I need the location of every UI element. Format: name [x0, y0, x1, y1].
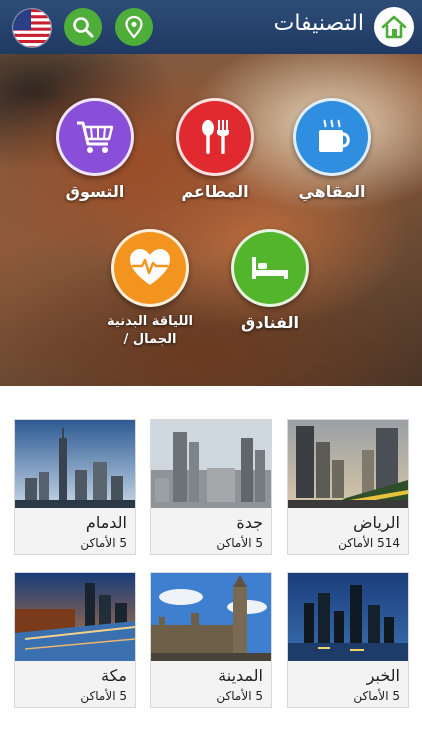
city-photo: [15, 420, 135, 508]
places-count: 5 الأماكن: [353, 689, 400, 703]
location-pin-icon: [125, 15, 143, 39]
city-photo: [151, 573, 271, 661]
city-name: مكة: [101, 666, 127, 685]
category-label-line1: اللياقة البدنية: [107, 314, 193, 329]
search-button[interactable]: [64, 8, 102, 46]
categories-hero: المقاهي المطاعم التسوق الفنادق اللياقة ا…: [0, 54, 422, 386]
location-button[interactable]: [115, 8, 153, 46]
places-count: 5 الأماكن: [216, 536, 263, 550]
city-name: الدمام: [85, 513, 127, 532]
category-label-line2: الجمال /: [123, 332, 177, 347]
city-card-madinah[interactable]: المدينة 5 الأماكن: [150, 572, 272, 708]
city-photo: [15, 573, 135, 661]
category-label: المطاعم: [181, 182, 249, 201]
top-bar: التصنيفات: [0, 0, 422, 54]
page-title: التصنيفات: [273, 11, 364, 36]
city-card-khobar[interactable]: الخبر 5 الأماكن: [287, 572, 409, 708]
home-icon: [381, 15, 407, 39]
city-name: الرياض: [353, 513, 400, 532]
city-card-dammam[interactable]: الدمام 5 الأماكن: [14, 419, 136, 555]
category-hotels[interactable]: الفنادق: [210, 229, 330, 333]
city-name: الخبر: [366, 666, 400, 685]
places-count: 5 الأماكن: [80, 689, 127, 703]
city-photo: [288, 420, 408, 508]
coffee-cup-icon: [319, 119, 350, 152]
places-count: 514 الأماكن: [338, 536, 400, 550]
city-name: المدينة: [218, 666, 263, 685]
heart-pulse-icon: [130, 249, 170, 285]
category-icon-circle: [56, 98, 134, 176]
city-card-makkah[interactable]: مكة 5 الأماكن: [14, 572, 136, 708]
category-shopping[interactable]: التسوق: [35, 98, 155, 202]
language-flag-button[interactable]: [12, 8, 52, 48]
category-icon-circle: [111, 229, 189, 307]
places-count: 5 الأماكن: [80, 536, 127, 550]
places-count: 5 الأماكن: [216, 689, 263, 703]
category-label: الفنادق: [240, 313, 300, 332]
category-fitness-beauty[interactable]: اللياقة البدنية الجمال /: [90, 229, 210, 349]
fork-spoon-icon: [202, 120, 229, 154]
category-icon-circle: [231, 229, 309, 307]
category-restaurants[interactable]: المطاعم: [155, 98, 275, 202]
city-card-riyadh[interactable]: الرياض 514 الأماكن: [287, 419, 409, 555]
category-icon-circle: [293, 98, 371, 176]
city-card-jeddah[interactable]: جدة 5 الأماكن: [150, 419, 272, 555]
city-name: جدة: [236, 513, 263, 532]
search-icon: [73, 17, 94, 38]
category-cafes[interactable]: المقاهي: [272, 98, 392, 202]
bed-icon: [252, 257, 288, 279]
city-photo: [151, 420, 271, 508]
category-icon-circle: [176, 98, 254, 176]
category-label: المقاهي: [298, 182, 366, 201]
city-photo: [288, 573, 408, 661]
shopping-cart-icon: [77, 121, 114, 153]
us-flag-icon: [13, 9, 51, 47]
cities-grid: الرياض 514 الأماكن جدة 5 الأماكن الدمام …: [0, 386, 422, 750]
category-label: التسوق: [65, 182, 125, 201]
home-button[interactable]: [374, 7, 414, 47]
